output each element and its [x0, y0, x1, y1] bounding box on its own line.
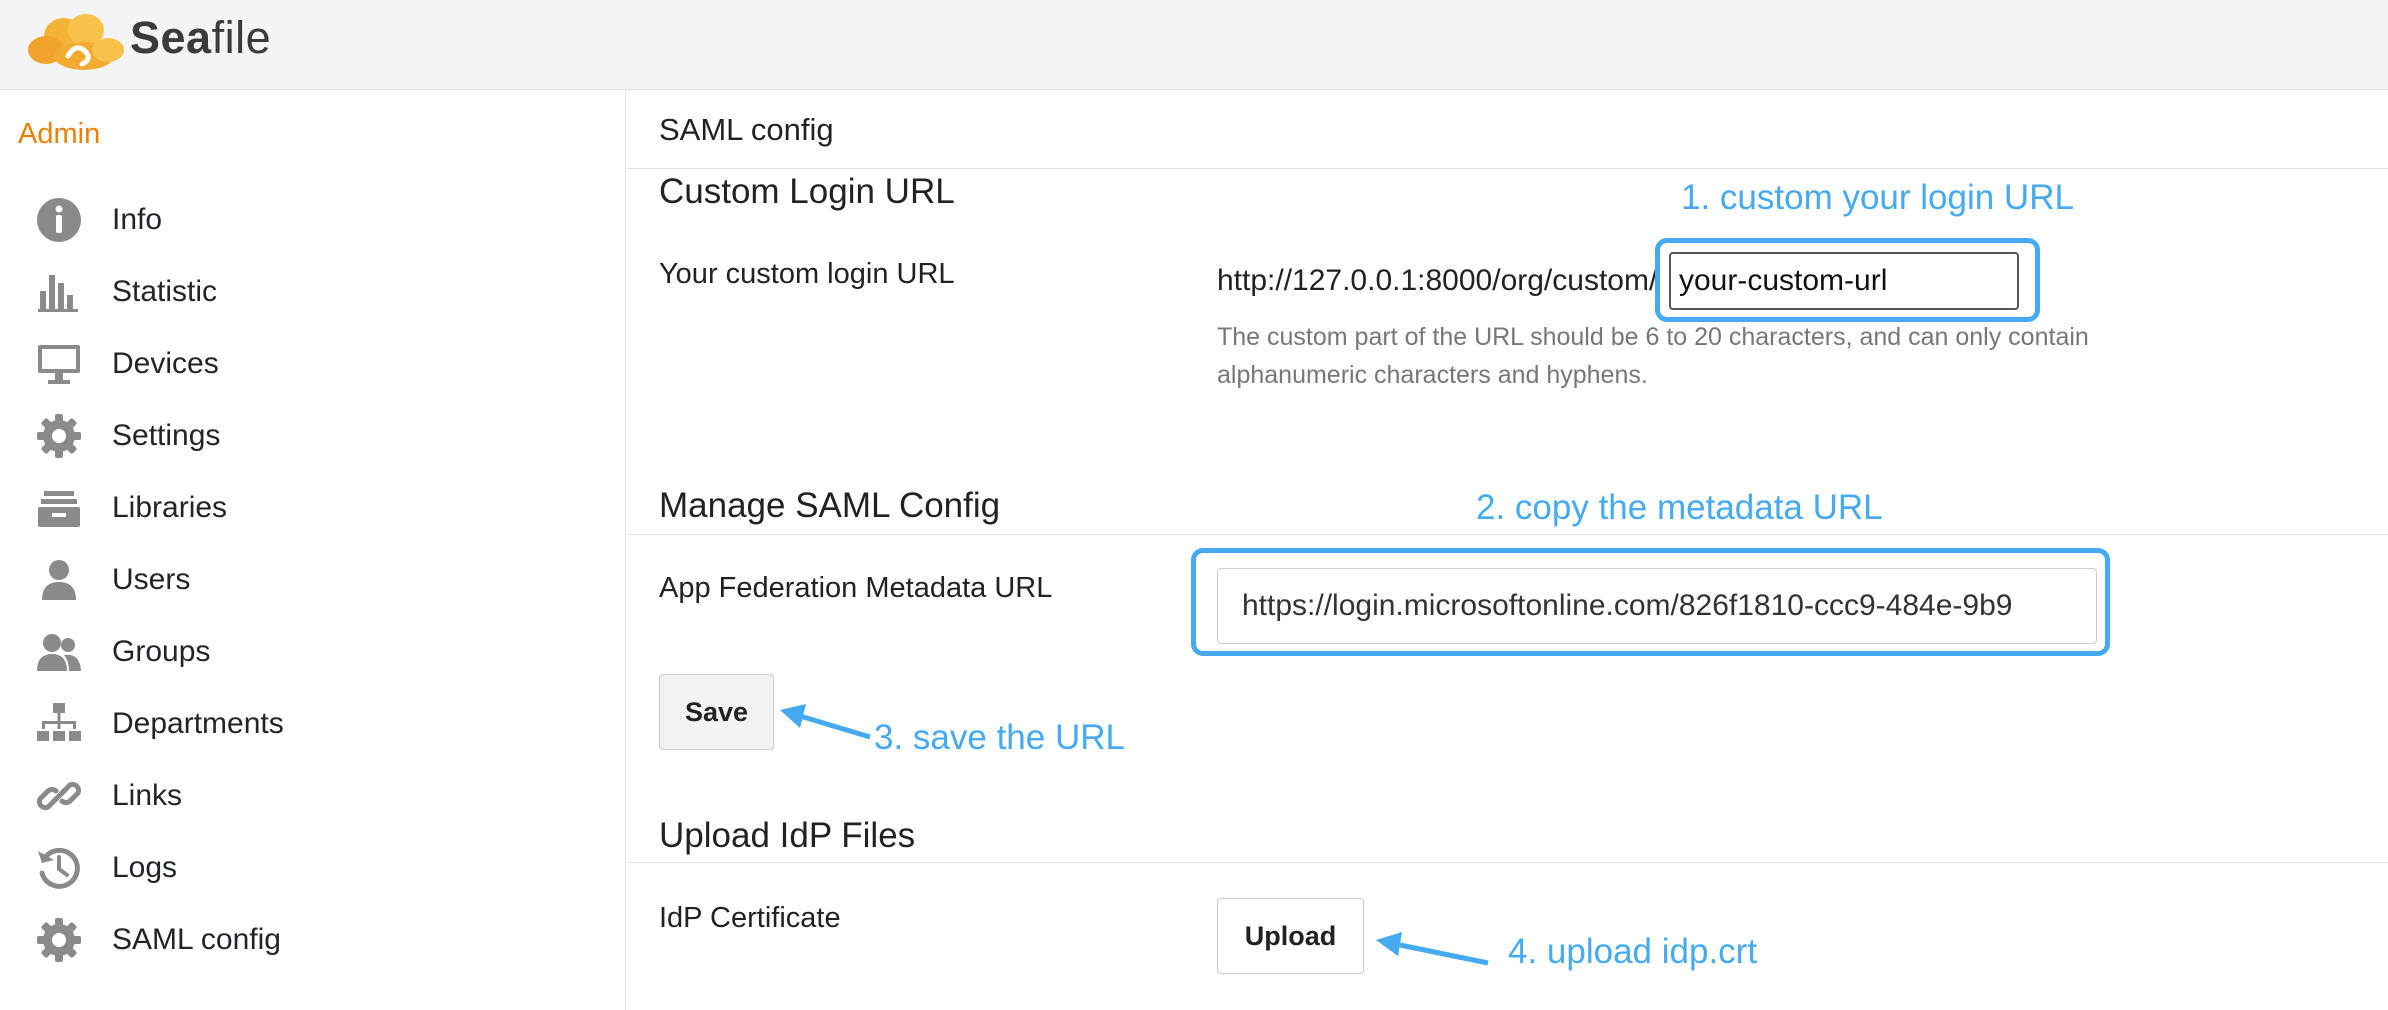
- upload-button[interactable]: Upload: [1217, 898, 1364, 974]
- history-icon: [38, 847, 80, 889]
- custom-login-url-prefix: http://127.0.0.1:8000/org/custom/: [1217, 264, 1658, 297]
- gear-icon: [37, 414, 81, 458]
- group-icon: [37, 634, 81, 671]
- page-title: SAML config: [659, 112, 834, 147]
- link-icon: [36, 781, 82, 811]
- brand-name-rest: file: [211, 12, 272, 63]
- admin-sidebar: Admin Info Statistic Devices Settings Li…: [0, 90, 626, 1010]
- sidebar-item-label: Logs: [112, 851, 178, 884]
- user-icon: [42, 560, 76, 600]
- sidebar-item-label: Libraries: [112, 491, 228, 524]
- sidebar-title: Admin: [18, 118, 101, 150]
- annotation-step-4: 4. upload idp.crt: [1508, 932, 1758, 971]
- sidebar-item-settings[interactable]: Settings: [0, 405, 600, 465]
- sidebar-item-groups[interactable]: Groups: [0, 621, 600, 681]
- annotation-step-1: 1. custom your login URL: [1681, 178, 2074, 217]
- sidebar-item-label: Devices: [112, 347, 219, 380]
- highlight-box-metadata-url: [1191, 548, 2110, 656]
- info-icon: [37, 198, 81, 242]
- sidebar-item-label: Users: [112, 563, 191, 596]
- sidebar-item-saml-config[interactable]: SAML config: [0, 909, 600, 969]
- custom-login-url-help: The custom part of the URL should be 6 t…: [1217, 323, 2089, 389]
- monitor-icon: [38, 345, 80, 384]
- section-title-custom-login: Custom Login URL: [659, 172, 955, 211]
- sidebar-item-label: Departments: [112, 707, 284, 740]
- sidebar-item-label: Settings: [112, 419, 221, 452]
- divider: [627, 168, 2388, 169]
- bar-chart-icon: [38, 275, 78, 312]
- sidebar-item-label: Links: [112, 779, 183, 812]
- section-title-manage-saml: Manage SAML Config: [659, 486, 1001, 525]
- sidebar-item-label: Info: [112, 203, 163, 236]
- gear-icon: [37, 918, 81, 962]
- brand-name-bold: Sea: [130, 12, 212, 63]
- sidebar-item-links[interactable]: Links: [0, 765, 600, 825]
- top-bar: Seafile: [0, 0, 2388, 90]
- annotation-step-2: 2. copy the metadata URL: [1476, 488, 1883, 527]
- save-button[interactable]: Save: [659, 674, 774, 750]
- library-stack-icon: [38, 491, 80, 527]
- idp-certificate-label: IdP Certificate: [659, 902, 841, 934]
- sidebar-item-info[interactable]: Info: [0, 189, 600, 249]
- brand-name: Seafile: [130, 12, 271, 64]
- sidebar-item-statistic[interactable]: Statistic: [0, 261, 600, 321]
- org-chart-icon: [37, 703, 81, 741]
- seafile-logo-icon[interactable]: [24, 6, 132, 76]
- metadata-url-label: App Federation Metadata URL: [659, 572, 1053, 604]
- divider: [627, 862, 2388, 863]
- sidebar-item-label: Statistic: [112, 275, 218, 308]
- section-title-upload-idp: Upload IdP Files: [659, 816, 916, 855]
- annotation-step-3: 3. save the URL: [874, 718, 1125, 757]
- sidebar-item-label: SAML config: [112, 923, 281, 956]
- sidebar-item-logs[interactable]: Logs: [0, 837, 600, 897]
- sidebar-item-users[interactable]: Users: [0, 549, 600, 609]
- sidebar-item-departments[interactable]: Departments: [0, 693, 600, 753]
- sidebar-item-devices[interactable]: Devices: [0, 333, 600, 393]
- custom-login-url-label: Your custom login URL: [659, 258, 955, 290]
- divider: [627, 534, 2388, 535]
- highlight-box-login-url: [1655, 238, 2040, 322]
- sidebar-item-label: Groups: [112, 635, 211, 668]
- sidebar-item-libraries[interactable]: Libraries: [0, 477, 600, 537]
